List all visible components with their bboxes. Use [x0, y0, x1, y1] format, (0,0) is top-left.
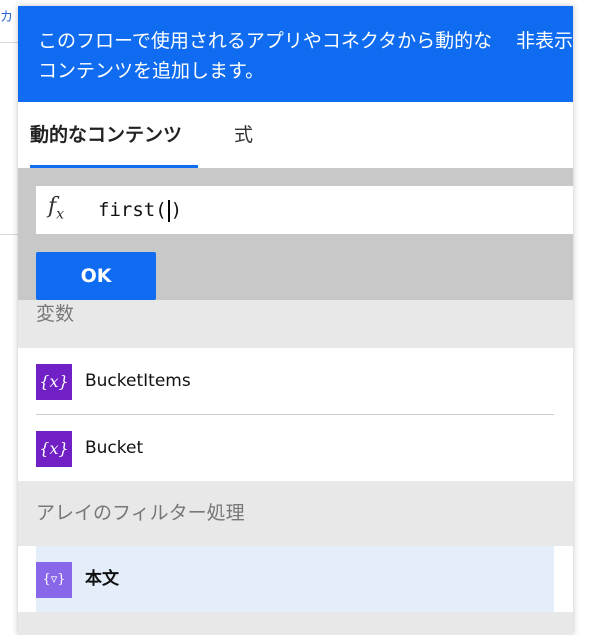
- list-item-body[interactable]: {▿} 本文: [36, 546, 554, 612]
- expression-box[interactable]: fx first(): [36, 186, 573, 234]
- fx-icon: fx: [48, 194, 65, 223]
- variable-icon: {x}: [36, 431, 72, 467]
- background-page: カ: [0, 0, 18, 635]
- background-tab-text[interactable]: カ: [0, 6, 18, 36]
- text-caret: [167, 199, 170, 222]
- expression-input[interactable]: first(): [98, 196, 558, 224]
- item-label: BucketItems: [85, 371, 191, 391]
- info-banner: このフローで使用されるアプリやコネクタから動的なコンテンツを追加します。 非表示: [18, 6, 573, 102]
- tab-label: 式: [234, 124, 254, 146]
- tab-bar: 動的なコンテンツ 式: [18, 102, 573, 168]
- expression-text: first(: [98, 199, 167, 221]
- expression-editor-area: fx first() OK: [18, 168, 573, 300]
- list-item-bucket[interactable]: {x} Bucket: [36, 415, 554, 481]
- hide-banner-button[interactable]: 非表示: [516, 26, 573, 56]
- list-bottom-strip: [18, 612, 573, 635]
- item-label: 本文: [85, 569, 119, 589]
- ok-button[interactable]: OK: [36, 252, 156, 300]
- list-item-bucketitems[interactable]: {x} BucketItems: [36, 348, 554, 415]
- variable-icon: {x}: [36, 364, 72, 400]
- tab-label: 動的なコンテンツ: [30, 124, 183, 146]
- item-label: Bucket: [85, 438, 144, 458]
- banner-text: このフローで使用されるアプリやコネクタから動的なコンテンツを追加します。: [38, 30, 493, 82]
- background-divider: [0, 42, 18, 43]
- background-divider: [0, 234, 18, 235]
- expression-text-tail: ): [170, 199, 183, 221]
- tab-expression[interactable]: 式: [234, 102, 253, 168]
- section-title: アレイのフィルター処理: [36, 502, 245, 524]
- dynamic-content-panel: このフローで使用されるアプリやコネクタから動的なコンテンツを追加します。 非表示…: [18, 6, 573, 635]
- tab-dynamic-content[interactable]: 動的なコンテンツ: [30, 102, 198, 168]
- filter-array-icon: {▿}: [36, 562, 72, 598]
- section-title: 変数: [36, 303, 75, 325]
- section-header-variables: 変数: [18, 300, 573, 348]
- section-header-filter-array: アレイのフィルター処理: [18, 481, 573, 546]
